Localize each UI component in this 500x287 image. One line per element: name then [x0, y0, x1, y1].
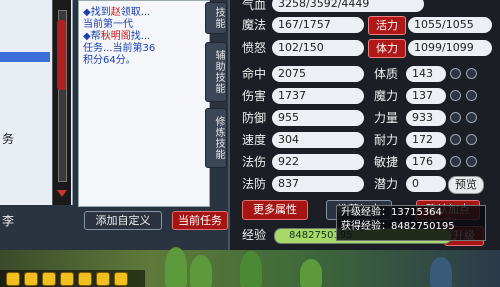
vitality-label: 活力 [368, 16, 406, 35]
constitution-minus-button[interactable] [450, 68, 461, 79]
magic-power-minus-button[interactable] [450, 90, 461, 101]
tab-cultivation-skills[interactable]: 修炼技能 [205, 108, 227, 168]
hit-label: 命中 [242, 67, 267, 81]
endurance-label: 耐力 [374, 133, 399, 147]
chat-panel: 务 [0, 0, 73, 205]
damage-value: 1737 [272, 88, 364, 104]
rage-value: 102/150 [272, 40, 364, 56]
potential-label: 潜力 [374, 177, 399, 191]
hp-value: 3258/3592/4449 [272, 0, 424, 12]
agility-plus-button[interactable] [466, 156, 477, 167]
speed-label: 速度 [242, 133, 267, 147]
mail-icon[interactable] [78, 272, 92, 286]
magic-defense-value: 837 [272, 176, 364, 192]
agility-label: 敏捷 [374, 155, 399, 169]
skill-tabs: 技能 辅助技能 修炼技能 [205, 0, 227, 180]
preview-button[interactable]: 预览 [448, 176, 484, 194]
tree-graphic [165, 247, 187, 287]
current-task-button[interactable]: 当前任务 [172, 211, 228, 230]
strength-plus-button[interactable] [466, 112, 477, 123]
exp-label: 经验 [242, 228, 267, 242]
tree-graphic [190, 255, 212, 287]
scroll-thumb[interactable] [57, 20, 66, 90]
scroll-down-icon[interactable] [57, 190, 67, 197]
chat-side-text: 务 [2, 132, 15, 146]
endurance-value: 172 [406, 132, 446, 148]
constitution-plus-button[interactable] [466, 68, 477, 79]
stamina-value: 1099/1099 [408, 40, 492, 56]
chat-highlight [0, 52, 50, 62]
settings-icon[interactable] [114, 272, 128, 286]
magic-power-value: 137 [406, 88, 446, 104]
search-icon[interactable] [6, 272, 20, 286]
tooltip-upgrade-exp: 升级经验：13715364 [341, 207, 442, 218]
endurance-plus-button[interactable] [466, 134, 477, 145]
friend-icon[interactable] [96, 272, 110, 286]
more-attributes-button[interactable]: 更多属性 [242, 200, 308, 220]
hit-value: 2075 [272, 66, 364, 82]
agility-value: 176 [406, 154, 446, 170]
magic-defense-label: 法防 [242, 177, 267, 191]
mp-value: 167/1757 [272, 17, 364, 33]
tree-graphic [240, 251, 262, 287]
vitality-value: 1055/1055 [408, 17, 492, 33]
rage-label: 愤怒 [242, 41, 267, 55]
magic-damage-value: 922 [272, 154, 364, 170]
tree-graphic [300, 259, 322, 287]
lock-icon[interactable] [24, 272, 38, 286]
speed-value: 304 [272, 132, 364, 148]
tree-graphic [430, 257, 452, 287]
quest-log: ◆找到赵领取... 当前第一代 ◆帮秋明阁找... 任务...当前第36 积分6… [78, 0, 210, 207]
bell-icon[interactable] [42, 272, 56, 286]
tab-aux-skills[interactable]: 辅助技能 [205, 42, 227, 102]
tab-skills[interactable]: 技能 [205, 2, 227, 34]
magic-damage-label: 法伤 [242, 155, 267, 169]
endurance-minus-button[interactable] [450, 134, 461, 145]
strength-value: 933 [406, 110, 446, 126]
constitution-value: 143 [406, 66, 446, 82]
defense-label: 防御 [242, 111, 267, 125]
defense-value: 955 [272, 110, 364, 126]
add-custom-button[interactable]: 添加自定义 [84, 211, 162, 230]
chat-bottom-text: 李 [2, 214, 15, 228]
hp-label: 气血 [242, 0, 267, 12]
potential-value: 0 [406, 176, 446, 192]
quest-line: 积分64分。 [83, 55, 136, 66]
tooltip-gained-exp: 获得经验：8482750195 [341, 221, 455, 232]
damage-label: 伤害 [242, 89, 267, 103]
magic-power-label: 魔力 [374, 89, 399, 103]
chat-icon[interactable] [60, 272, 74, 286]
stamina-label: 体力 [368, 39, 406, 58]
constitution-label: 体质 [374, 67, 399, 81]
mp-label: 魔法 [242, 18, 267, 32]
magic-power-plus-button[interactable] [466, 90, 477, 101]
strength-label: 力量 [374, 111, 399, 125]
chat-scrollbar[interactable] [52, 0, 71, 205]
agility-minus-button[interactable] [450, 156, 461, 167]
exp-tooltip: 升级经验：13715364 获得经验：8482750195 [336, 205, 486, 241]
strength-minus-button[interactable] [450, 112, 461, 123]
